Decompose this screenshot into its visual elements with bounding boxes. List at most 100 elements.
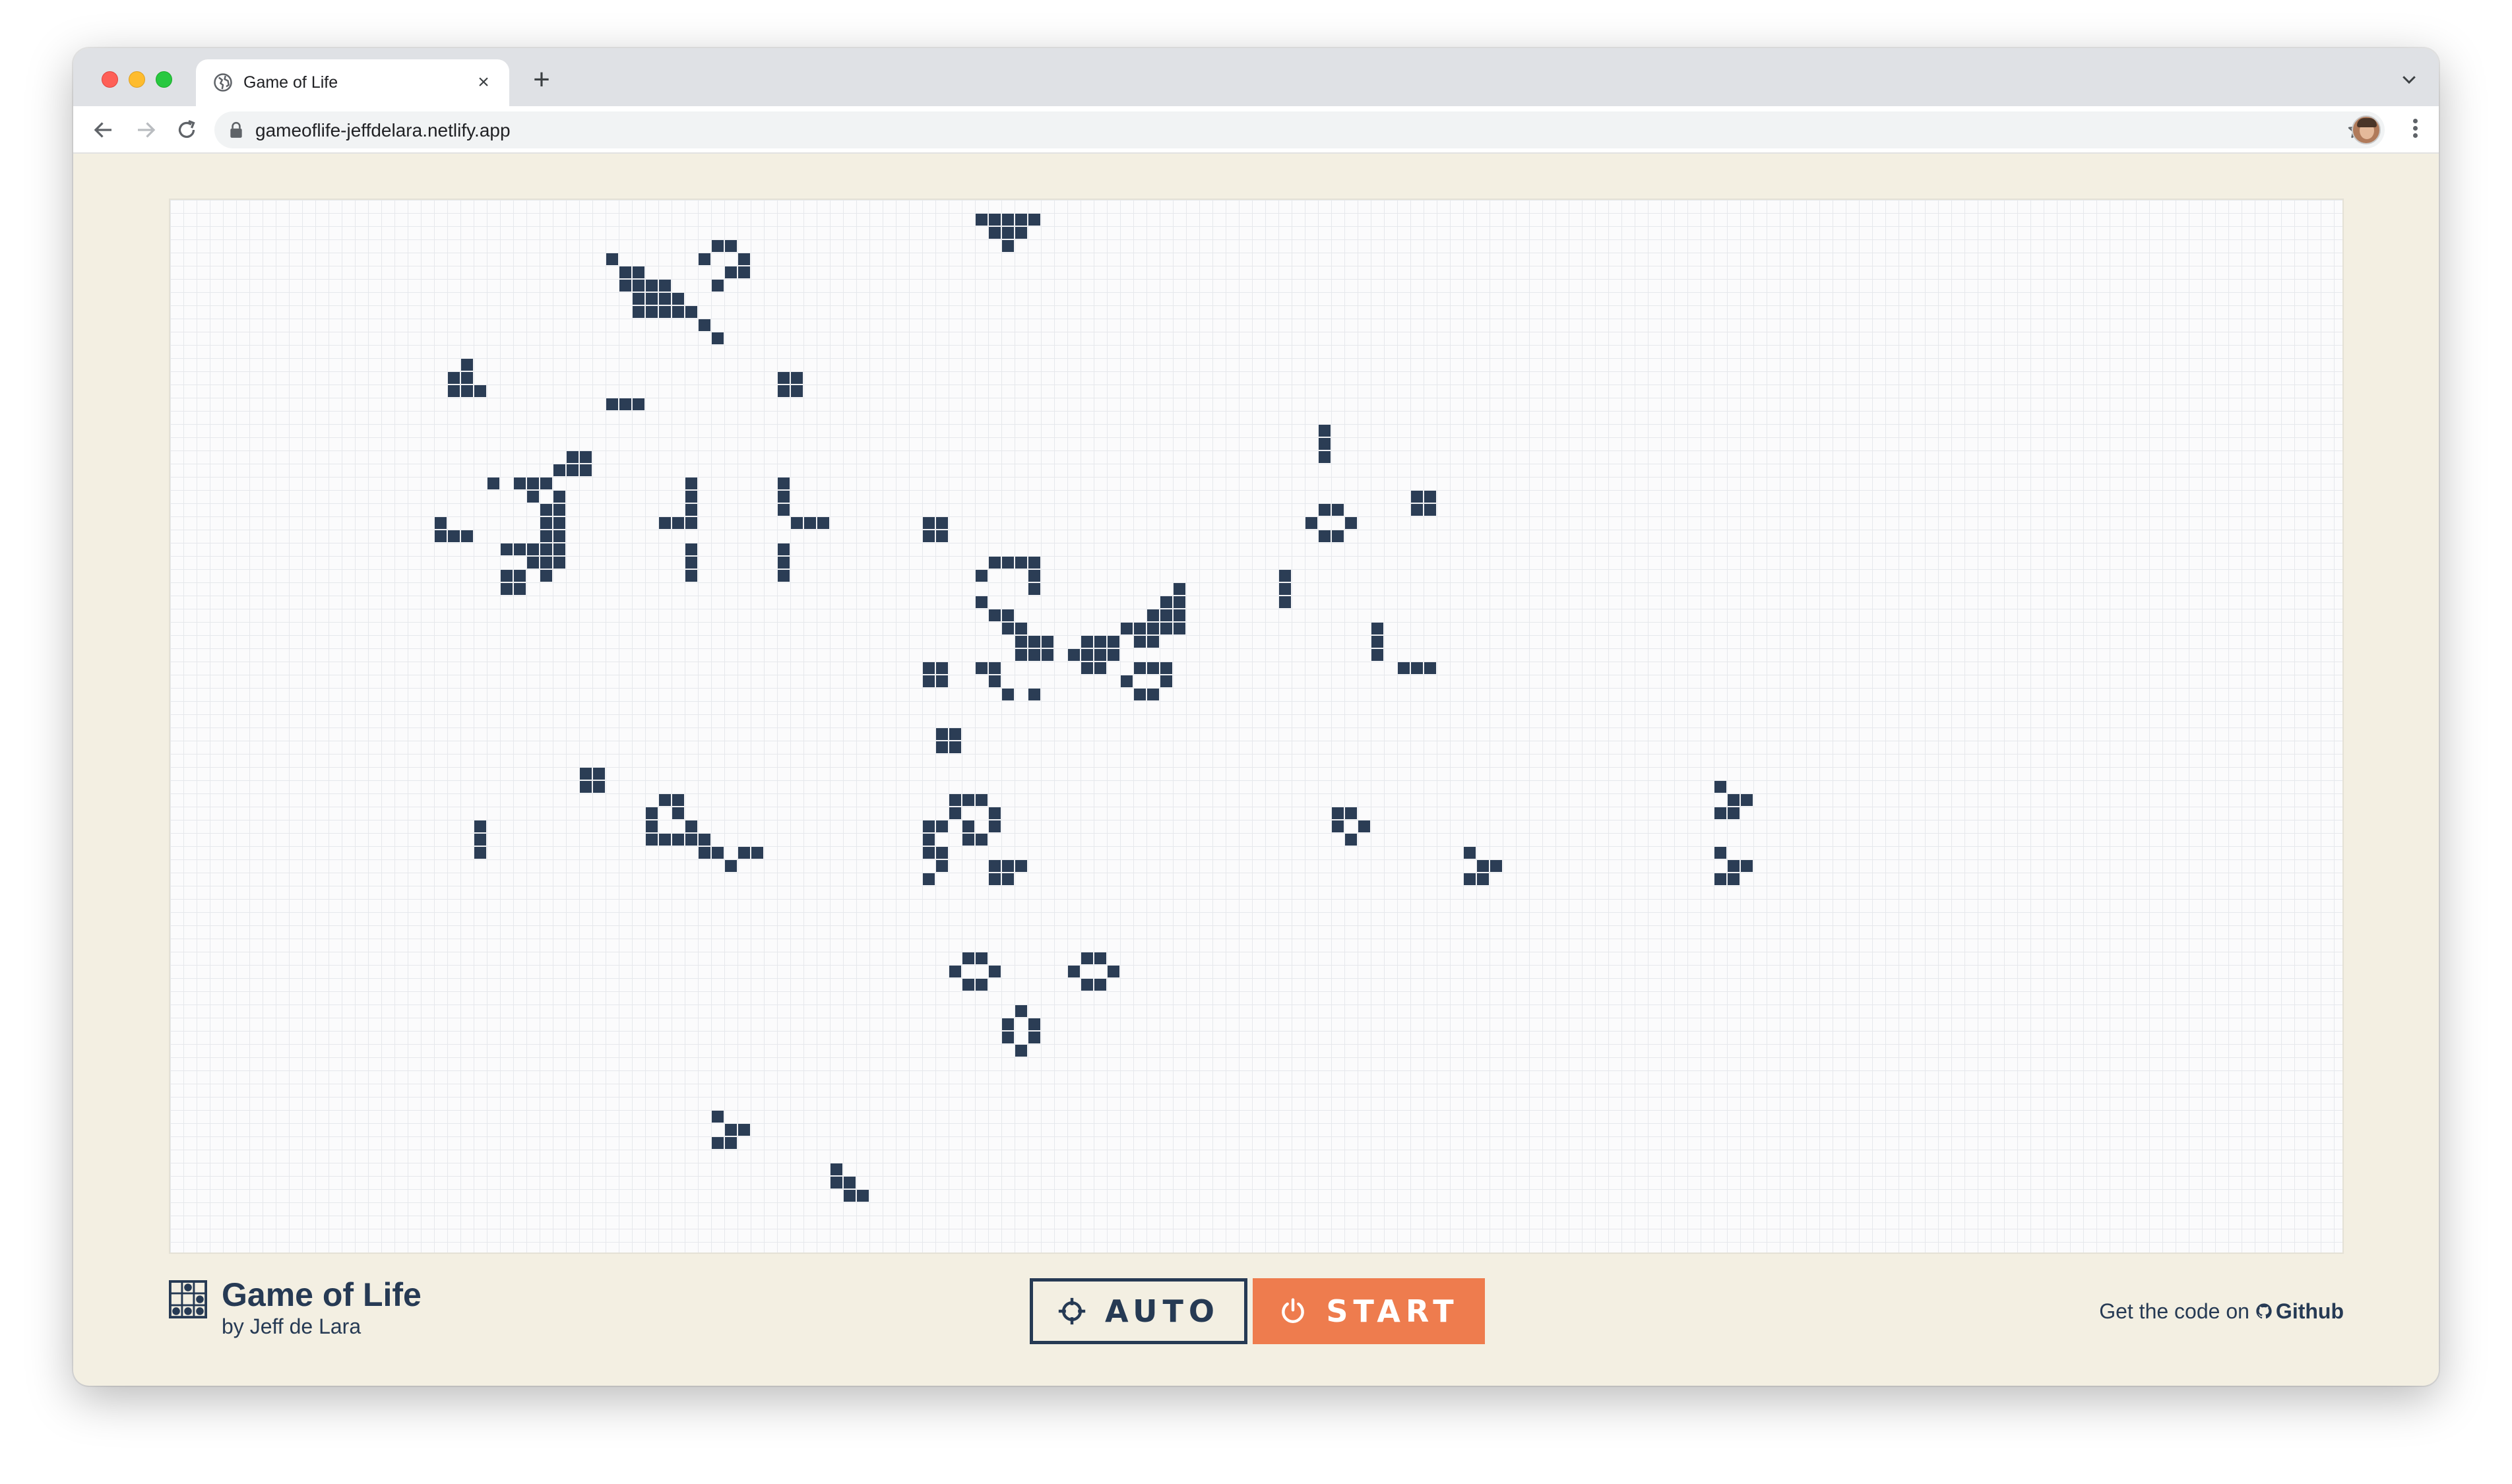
active-tab[interactable]: Game of Life ×: [196, 59, 509, 106]
live-cell[interactable]: [949, 966, 961, 977]
live-cell[interactable]: [923, 662, 935, 674]
live-cell[interactable]: [619, 280, 631, 292]
live-cell[interactable]: [1121, 623, 1133, 634]
live-cell[interactable]: [1108, 966, 1119, 977]
live-cell[interactable]: [1332, 807, 1344, 819]
live-cell[interactable]: [1108, 636, 1119, 648]
live-cell[interactable]: [685, 491, 697, 503]
tab-close-icon[interactable]: ×: [472, 71, 495, 94]
live-cell[interactable]: [646, 306, 658, 318]
live-cell[interactable]: [540, 478, 552, 489]
live-cell[interactable]: [1160, 623, 1172, 634]
live-cell[interactable]: [962, 979, 974, 991]
live-cell[interactable]: [580, 768, 592, 780]
live-cell[interactable]: [1728, 873, 1740, 885]
live-cell[interactable]: [1371, 636, 1383, 648]
live-cell[interactable]: [936, 675, 948, 687]
live-cell[interactable]: [1714, 873, 1726, 885]
live-cell[interactable]: [1028, 583, 1040, 595]
live-cell[interactable]: [976, 214, 988, 226]
live-cell[interactable]: [685, 834, 697, 846]
live-cell[interactable]: [1094, 979, 1106, 991]
live-cell[interactable]: [976, 952, 988, 964]
live-cell[interactable]: [989, 227, 1001, 239]
live-cell[interactable]: [1741, 860, 1753, 872]
live-cell[interactable]: [1002, 860, 1014, 872]
live-cell[interactable]: [646, 820, 658, 832]
live-cell[interactable]: [989, 662, 1001, 674]
live-cell[interactable]: [633, 398, 644, 410]
live-cell[interactable]: [1002, 557, 1014, 569]
live-cell[interactable]: [1174, 609, 1185, 621]
live-cell[interactable]: [989, 807, 1001, 819]
live-cell[interactable]: [461, 530, 473, 542]
live-cell[interactable]: [1714, 781, 1726, 793]
live-cell[interactable]: [1147, 623, 1159, 634]
live-cell[interactable]: [976, 570, 988, 582]
live-cell[interactable]: [699, 834, 710, 846]
live-cell[interactable]: [619, 398, 631, 410]
live-cell[interactable]: [501, 583, 513, 595]
live-cell[interactable]: [1134, 662, 1146, 674]
live-cell[interactable]: [1319, 425, 1331, 437]
live-cell[interactable]: [949, 807, 961, 819]
live-cell[interactable]: [923, 834, 935, 846]
live-cell[interactable]: [1015, 227, 1027, 239]
live-cell[interactable]: [1094, 636, 1106, 648]
live-cell[interactable]: [1028, 557, 1040, 569]
live-cell[interactable]: [1147, 662, 1159, 674]
live-cell[interactable]: [659, 293, 671, 305]
live-cell[interactable]: [540, 557, 552, 569]
live-cell[interactable]: [1015, 557, 1027, 569]
live-cell[interactable]: [1319, 530, 1331, 542]
live-cell[interactable]: [659, 306, 671, 318]
live-cell[interactable]: [540, 530, 552, 542]
live-cell[interactable]: [1081, 649, 1093, 661]
live-cell[interactable]: [1121, 675, 1133, 687]
live-cell[interactable]: [1015, 860, 1027, 872]
live-cell[interactable]: [514, 543, 526, 555]
live-cell[interactable]: [1108, 649, 1119, 661]
live-cell[interactable]: [989, 675, 1001, 687]
live-cell[interactable]: [1411, 491, 1423, 503]
live-cell[interactable]: [976, 662, 988, 674]
live-cell[interactable]: [1015, 636, 1027, 648]
live-cell[interactable]: [553, 504, 565, 516]
reload-icon[interactable]: [175, 118, 199, 142]
live-cell[interactable]: [474, 820, 486, 832]
live-cell[interactable]: [1279, 570, 1291, 582]
live-cell[interactable]: [553, 530, 565, 542]
live-cell[interactable]: [1279, 596, 1291, 608]
live-cell[interactable]: [1081, 662, 1093, 674]
live-cell[interactable]: [791, 517, 803, 529]
live-cell[interactable]: [580, 464, 592, 476]
live-cell[interactable]: [474, 847, 486, 859]
live-cell[interactable]: [778, 372, 790, 384]
auto-button[interactable]: AUTO: [1030, 1278, 1247, 1344]
live-cell[interactable]: [580, 451, 592, 463]
live-cell[interactable]: [1477, 860, 1489, 872]
live-cell[interactable]: [1345, 807, 1357, 819]
live-cell[interactable]: [1028, 1032, 1040, 1043]
live-cell[interactable]: [923, 873, 935, 885]
forward-arrow-icon[interactable]: [134, 118, 158, 142]
live-cell[interactable]: [936, 847, 948, 859]
live-cell[interactable]: [712, 280, 724, 292]
start-button[interactable]: START: [1253, 1278, 1485, 1344]
minimize-window-button[interactable]: [129, 71, 145, 88]
live-cell[interactable]: [553, 464, 565, 476]
live-cell[interactable]: [685, 478, 697, 489]
live-cell[interactable]: [1028, 1018, 1040, 1030]
live-cell[interactable]: [1028, 214, 1040, 226]
live-cell[interactable]: [1411, 504, 1423, 516]
live-cell[interactable]: [936, 530, 948, 542]
live-cell[interactable]: [1147, 609, 1159, 621]
live-cell[interactable]: [659, 794, 671, 806]
live-cell[interactable]: [1015, 1045, 1027, 1057]
live-cell[interactable]: [553, 543, 565, 555]
live-cell[interactable]: [659, 517, 671, 529]
live-cell[interactable]: [540, 543, 552, 555]
live-cell[interactable]: [1319, 504, 1331, 516]
live-cell[interactable]: [1728, 860, 1740, 872]
live-cell[interactable]: [976, 794, 988, 806]
